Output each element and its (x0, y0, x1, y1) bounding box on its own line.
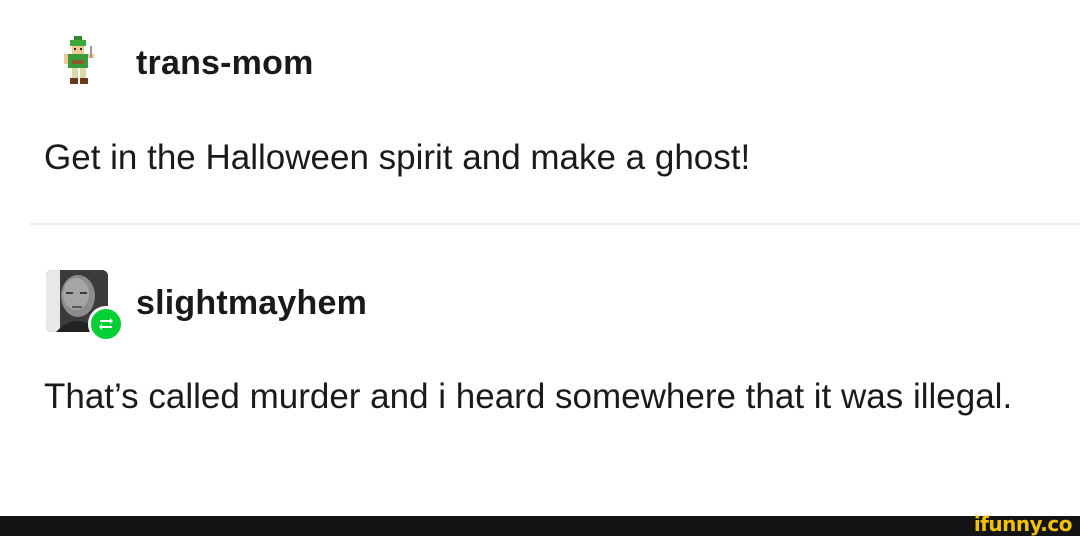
reblog-icon (99, 318, 113, 330)
post-divider (30, 223, 1080, 225)
username-link[interactable]: slightmayhem (136, 284, 367, 323)
reblog-badge (88, 306, 124, 342)
footer-bar (0, 516, 1080, 536)
post-text: That’s called murder and i heard somewhe… (44, 377, 1013, 416)
pixel-elf-avatar-icon[interactable] (60, 36, 100, 90)
post-original (0, 0, 1080, 224)
username-link[interactable]: trans-mom (136, 44, 314, 83)
ifunny-watermark-logo: ifunny.co (973, 512, 1073, 536)
post-text: Get in the Halloween spirit and make a g… (44, 138, 751, 177)
